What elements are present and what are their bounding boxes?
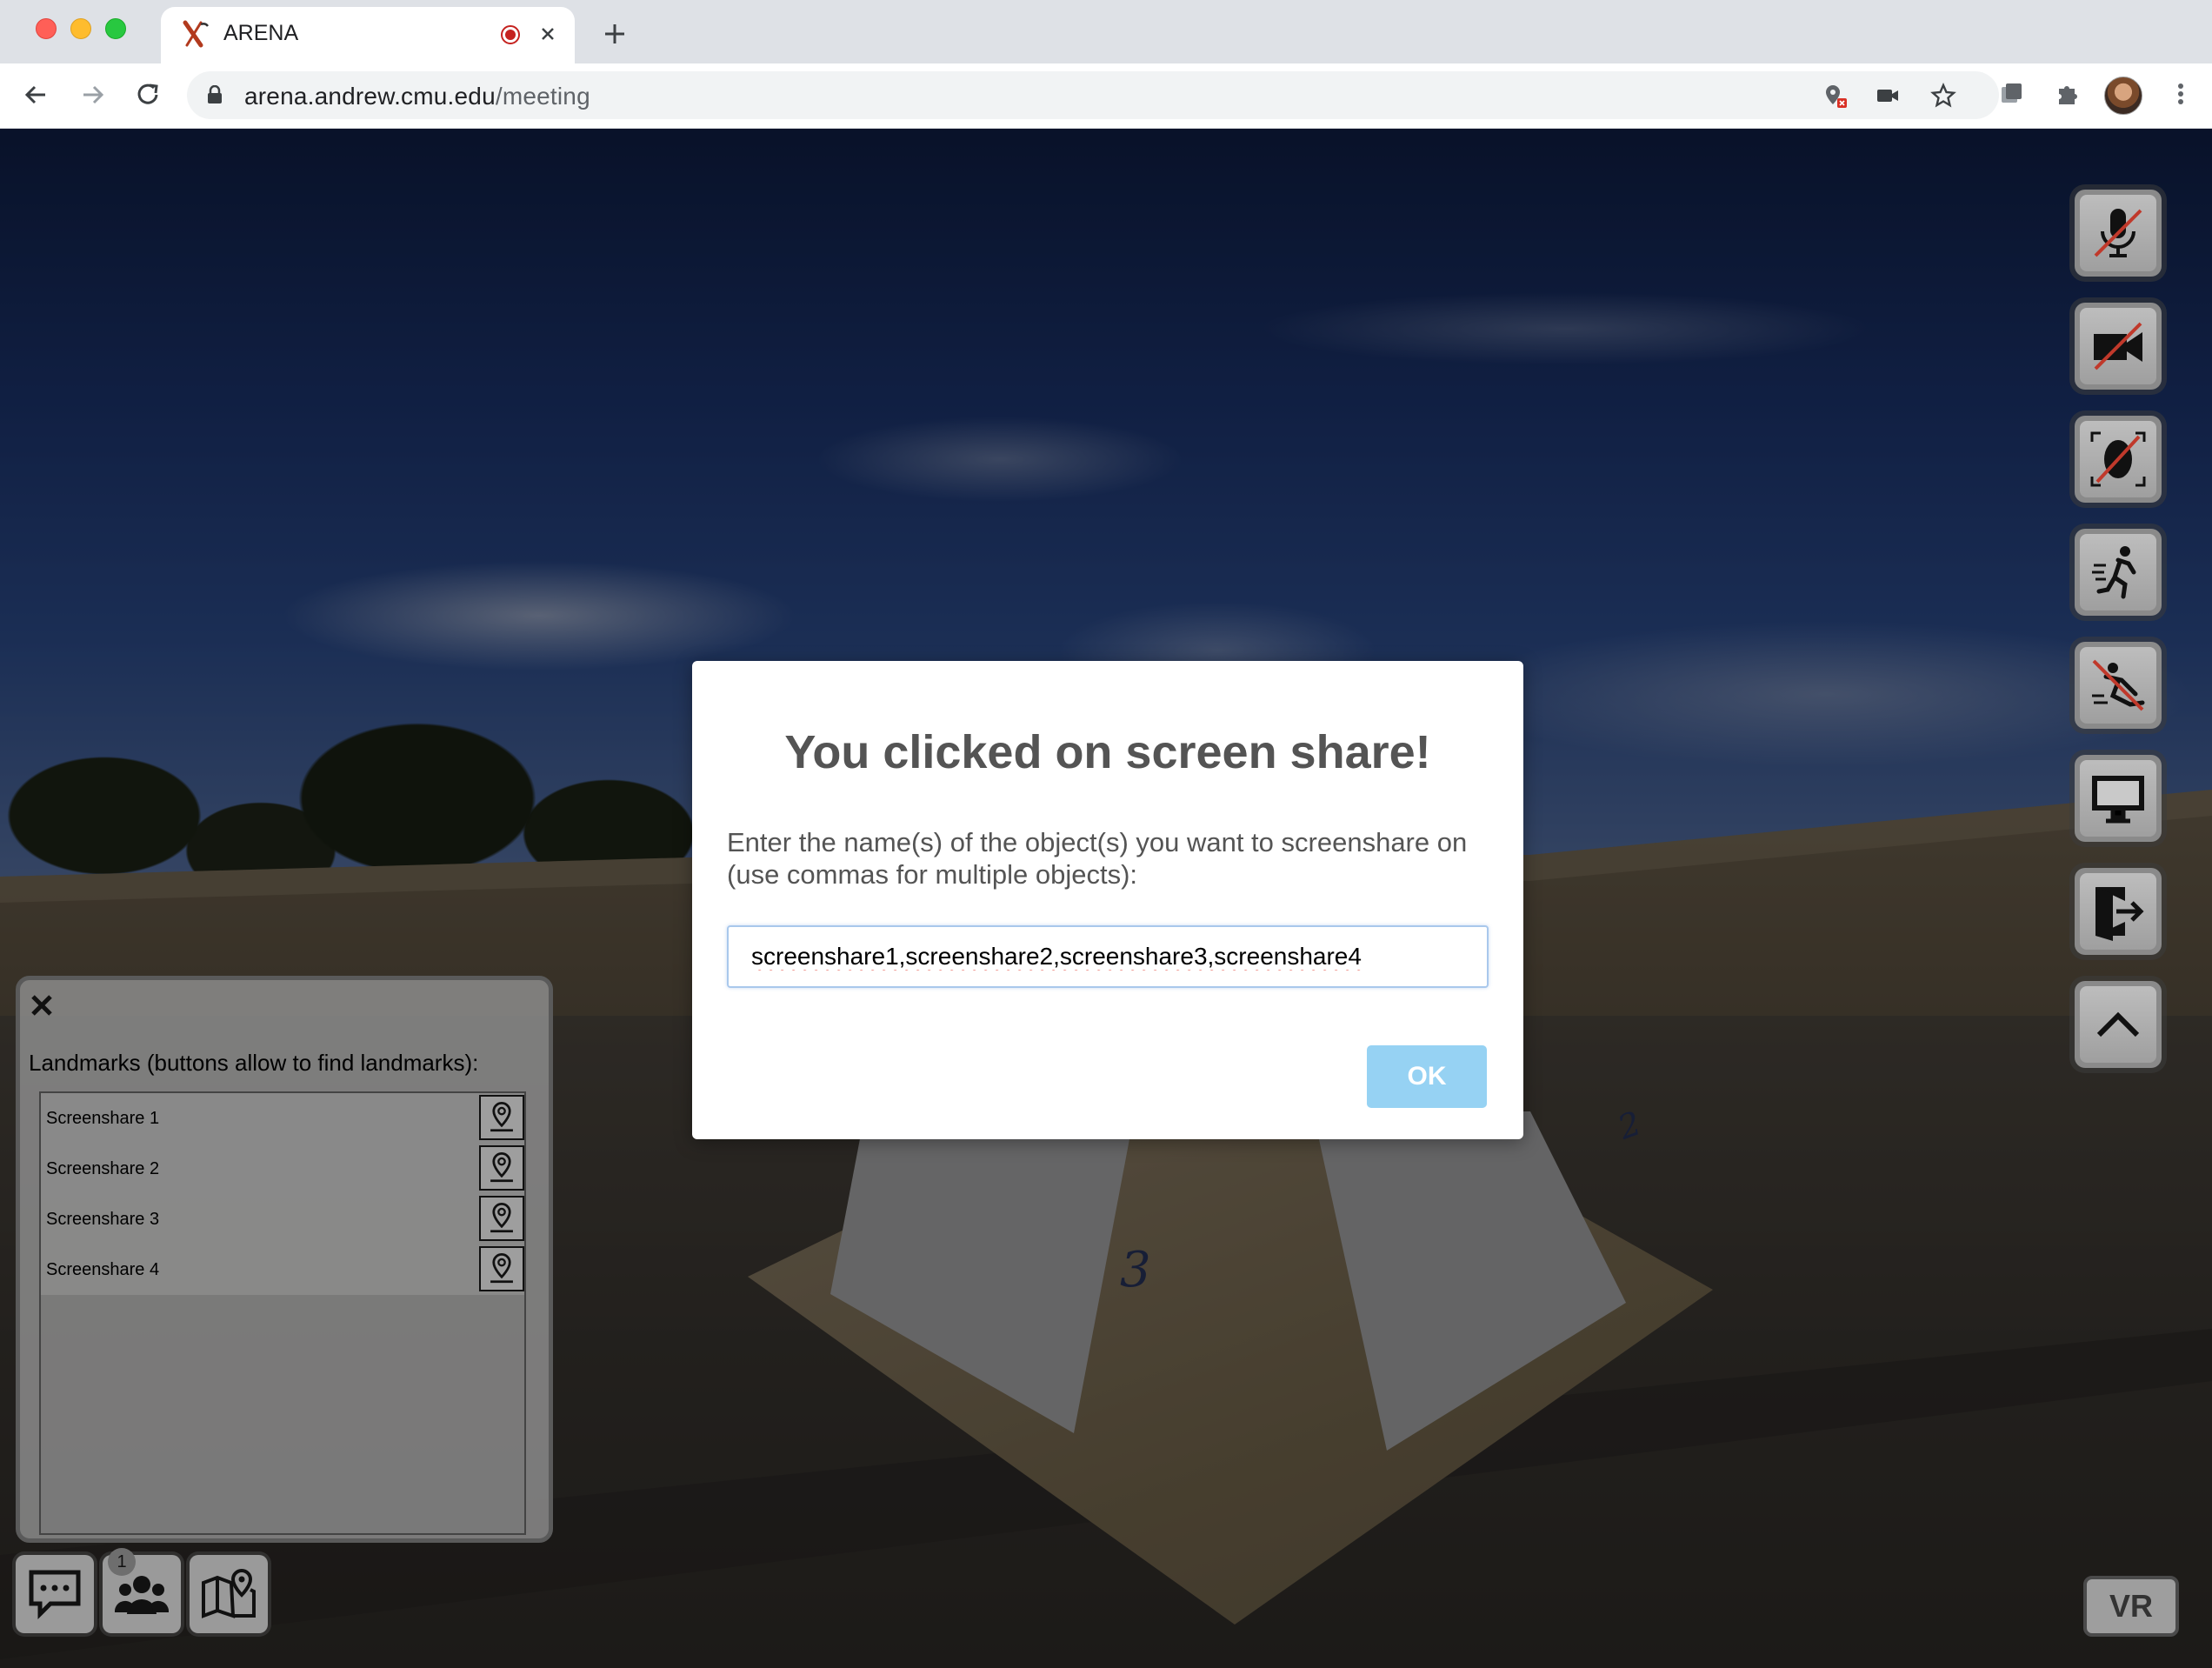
landmark-label: Screenshare 3	[46, 1210, 160, 1229]
chat-button[interactable]	[16, 1555, 94, 1633]
recording-indicator-icon	[501, 25, 520, 44]
camera-indicator-icon[interactable]	[1874, 82, 1902, 110]
map-pin-icon[interactable]	[479, 1145, 524, 1191]
flying-off-icon	[2092, 659, 2145, 711]
expand-toolbar-button[interactable]	[2075, 981, 2162, 1068]
camera-toggle-button[interactable]	[2075, 303, 2162, 390]
window-zoom-button[interactable]	[105, 18, 126, 39]
window-minimize-button[interactable]	[70, 18, 91, 39]
map-pin-icon[interactable]	[479, 1196, 524, 1241]
list-item[interactable]: Screenshare 3	[41, 1194, 524, 1244]
vr-button[interactable]: VR	[2083, 1576, 2179, 1637]
close-icon[interactable]	[29, 992, 55, 1018]
flying-toggle-button[interactable]	[2075, 642, 2162, 729]
ok-button[interactable]: OK	[1367, 1045, 1487, 1108]
lock-icon	[208, 85, 222, 103]
bookmark-star-icon[interactable]	[1929, 82, 1957, 110]
list-item[interactable]: Screenshare 4	[41, 1244, 524, 1295]
face-tracking-off-icon	[2090, 431, 2146, 487]
address-bar[interactable]: arena.andrew.cmu.edu/meeting	[187, 71, 1999, 119]
logout-button[interactable]	[2075, 868, 2162, 955]
back-arrow-icon[interactable]	[19, 77, 54, 112]
reload-icon[interactable]	[130, 77, 165, 112]
landmark-label: Screenshare 1	[46, 1109, 160, 1128]
profile-avatar[interactable]	[2104, 77, 2142, 115]
map-pin-icon[interactable]	[479, 1095, 524, 1140]
forward-arrow-icon[interactable]	[75, 77, 110, 112]
landmarks-heading: Landmarks (buttons allow to find landmar…	[29, 1050, 479, 1076]
location-blocked-icon[interactable]	[1822, 82, 1849, 110]
screen-share-button[interactable]	[2075, 755, 2162, 842]
screen-share-icon	[2092, 776, 2144, 824]
arena-logo-icon	[183, 20, 209, 48]
window-close-button[interactable]	[36, 18, 57, 39]
face-tracking-toggle-button[interactable]	[2075, 416, 2162, 503]
mic-toggle-button[interactable]	[2075, 190, 2162, 277]
tab-search-icon[interactable]	[1996, 78, 2028, 110]
landmarks-panel: Landmarks (buttons allow to find landmar…	[16, 976, 553, 1543]
map-icon	[202, 1568, 256, 1618]
fly-mode-icon	[2092, 546, 2136, 599]
tab-title: ARENA	[223, 21, 299, 45]
tab-close-icon[interactable]	[536, 23, 559, 45]
microphone-muted-icon	[2094, 209, 2142, 257]
browser-tab[interactable]: ARENA	[161, 7, 575, 63]
fly-mode-button[interactable]	[2075, 529, 2162, 616]
logout-icon	[2095, 887, 2144, 941]
landmarks-list: Screenshare 1 Screenshare 2 Screenshare …	[39, 1091, 526, 1535]
map-pin-icon[interactable]	[479, 1246, 524, 1291]
landmark-label: Screenshare 4	[46, 1260, 160, 1279]
chat-bubble-icon	[29, 1570, 81, 1620]
url-text: arena.andrew.cmu.edu/meeting	[244, 83, 590, 110]
browser-toolbar: arena.andrew.cmu.edu/meeting	[0, 63, 2212, 129]
screen-share-dialog: You clicked on screen share! Enter the n…	[692, 661, 1523, 1139]
browser-menu-icon[interactable]	[2165, 78, 2196, 110]
landmarks-map-button[interactable]	[190, 1555, 268, 1633]
new-tab-icon[interactable]	[600, 19, 630, 49]
extensions-puzzle-icon[interactable]	[2052, 78, 2083, 110]
browser-tab-bar: ARENA	[0, 0, 2212, 63]
camera-off-icon	[2094, 322, 2142, 370]
users-count-badge: 1	[108, 1548, 136, 1576]
dialog-title: You clicked on screen share!	[784, 726, 1431, 778]
list-item[interactable]: Screenshare 2	[41, 1144, 524, 1194]
landmark-label: Screenshare 2	[46, 1159, 160, 1178]
chevron-up-icon	[2096, 1011, 2140, 1037]
screenshare-objects-input[interactable]	[727, 925, 1489, 988]
list-item[interactable]: Screenshare 1	[41, 1093, 524, 1144]
dialog-message: Enter the name(s) of the object(s) you w…	[727, 827, 1468, 890]
